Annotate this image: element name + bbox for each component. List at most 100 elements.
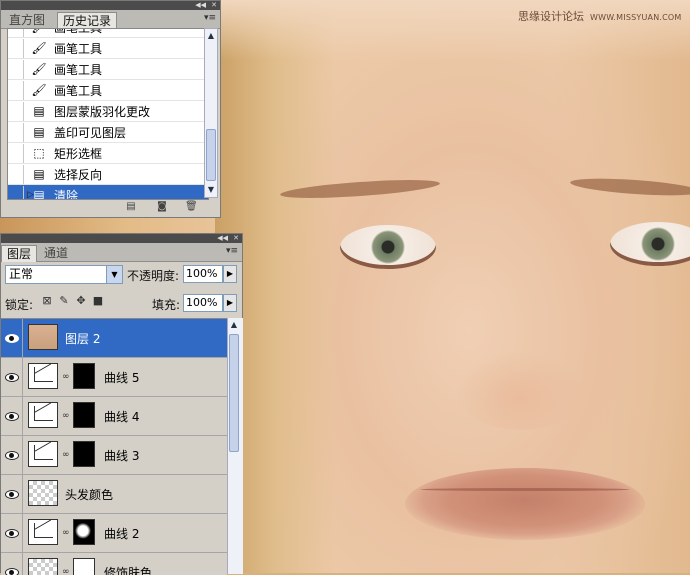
opacity-slider-button[interactable]: ▶ bbox=[223, 265, 237, 283]
eye-icon bbox=[5, 412, 19, 421]
new-document-icon[interactable]: ▤ bbox=[125, 202, 137, 212]
blend-mode-select[interactable]: 正常 ▼ bbox=[5, 265, 123, 284]
tab-layers[interactable]: 图层 bbox=[1, 245, 37, 262]
scroll-thumb[interactable] bbox=[206, 129, 216, 181]
layers-titlebar[interactable]: ◀◀ ✕ bbox=[1, 234, 242, 243]
brush-icon: 🖌 bbox=[30, 40, 48, 56]
brush-icon: 🖌 bbox=[30, 28, 48, 35]
camera-icon[interactable]: ◙ bbox=[156, 202, 168, 212]
layer-mask-thumbnail[interactable] bbox=[73, 519, 95, 545]
history-item-label: 盖印可见图层 bbox=[54, 124, 126, 141]
layer-mask-thumbnail[interactable] bbox=[73, 363, 95, 389]
layer-name[interactable]: 曲线 2 bbox=[104, 525, 139, 542]
layer-row[interactable]: 图层 2 bbox=[1, 319, 227, 358]
fill-slider-button[interactable]: ▶ bbox=[223, 294, 237, 312]
tab-channels[interactable]: 通道 bbox=[39, 245, 73, 261]
history-snapshot-checkbox[interactable] bbox=[8, 165, 24, 184]
collapse-icon[interactable]: ◀◀ bbox=[195, 1, 206, 10]
panel-menu-icon[interactable]: ▾≡ bbox=[204, 13, 216, 23]
layer-row[interactable]: ∞ 曲线 5 bbox=[1, 358, 227, 397]
curves-adjustment-icon[interactable] bbox=[28, 363, 58, 389]
history-item-label: 清除 bbox=[54, 187, 78, 201]
scroll-up-icon[interactable]: ▲ bbox=[228, 318, 240, 332]
visibility-toggle[interactable] bbox=[1, 358, 23, 396]
history-snapshot-checkbox[interactable] bbox=[8, 81, 24, 100]
layer-name[interactable]: 图层 2 bbox=[65, 330, 100, 347]
layer-name[interactable]: 修饰肤色 bbox=[104, 564, 152, 575]
layer-row[interactable]: 头发颜色 bbox=[1, 475, 227, 514]
history-snapshot-checkbox[interactable] bbox=[8, 144, 24, 163]
mask-link-icon[interactable]: ∞ bbox=[62, 567, 70, 575]
tab-history[interactable]: 历史记录 bbox=[57, 12, 117, 29]
history-snapshot-checkbox[interactable] bbox=[8, 123, 24, 142]
layers-tabbar: 图层 通道 ▾≡ bbox=[1, 243, 242, 262]
layer-mask-thumbnail[interactable] bbox=[73, 402, 95, 428]
layer-thumbnail[interactable] bbox=[28, 480, 58, 506]
eye-icon bbox=[5, 334, 19, 343]
history-item[interactable]: 🖌画笔工具 bbox=[8, 80, 208, 101]
visibility-toggle[interactable] bbox=[1, 514, 23, 552]
scroll-thumb[interactable] bbox=[229, 334, 239, 452]
fill-input[interactable]: 100% bbox=[183, 294, 223, 312]
history-item[interactable]: 🖌画笔工具 bbox=[8, 38, 208, 59]
layer-row[interactable]: ∞ 曲线 2 bbox=[1, 514, 227, 553]
history-snapshot-checkbox[interactable] bbox=[8, 186, 24, 201]
curves-adjustment-icon[interactable] bbox=[28, 519, 58, 545]
layer-mask-thumbnail[interactable] bbox=[73, 558, 95, 575]
layer-row[interactable]: ∞ 修饰肤色 bbox=[1, 553, 227, 575]
mask-link-icon[interactable]: ∞ bbox=[62, 528, 70, 538]
eye-icon bbox=[5, 490, 19, 499]
layer-name[interactable]: 曲线 4 bbox=[104, 408, 139, 425]
history-item[interactable]: ▤选择反向 bbox=[8, 164, 208, 185]
history-item[interactable]: ▷▤清除 bbox=[8, 185, 208, 200]
layer-name[interactable]: 头发颜色 bbox=[65, 486, 113, 503]
lock-pixels-icon[interactable]: ✎ bbox=[58, 295, 70, 307]
panel-menu-icon[interactable]: ▾≡ bbox=[226, 246, 238, 256]
history-item[interactable]: 🖌画笔工具 bbox=[8, 59, 208, 80]
scroll-up-icon[interactable]: ▲ bbox=[205, 29, 217, 43]
history-snapshot-checkbox[interactable] bbox=[8, 28, 24, 37]
history-snapshot-checkbox[interactable] bbox=[8, 102, 24, 121]
lips bbox=[405, 468, 645, 540]
scroll-down-icon[interactable]: ▼ bbox=[205, 183, 217, 197]
layer-name[interactable]: 曲线 3 bbox=[104, 447, 139, 464]
layer-mask-thumbnail[interactable] bbox=[73, 441, 95, 467]
tab-histogram[interactable]: 直方图 bbox=[4, 12, 50, 28]
layer-row[interactable]: ∞ 曲线 3 bbox=[1, 436, 227, 475]
watermark: 思缘设计论坛WWW.MISSYUAN.COM bbox=[518, 8, 682, 24]
close-icon[interactable]: ✕ bbox=[211, 1, 217, 10]
collapse-icon[interactable]: ◀◀ bbox=[217, 234, 228, 243]
layer-name[interactable]: 曲线 5 bbox=[104, 369, 139, 386]
visibility-toggle[interactable] bbox=[1, 319, 23, 357]
history-snapshot-checkbox[interactable] bbox=[8, 39, 24, 58]
layers-scrollbar[interactable]: ▲ bbox=[227, 318, 243, 574]
lock-position-icon[interactable]: ✥ bbox=[75, 295, 87, 307]
mask-link-icon[interactable]: ∞ bbox=[62, 450, 70, 460]
history-item[interactable]: ▤图层蒙版羽化更改 bbox=[8, 101, 208, 122]
close-icon[interactable]: ✕ bbox=[233, 234, 239, 243]
visibility-toggle[interactable] bbox=[1, 397, 23, 435]
curves-adjustment-icon[interactable] bbox=[28, 441, 58, 467]
layer-row[interactable]: ∞ 曲线 4 bbox=[1, 397, 227, 436]
mask-link-icon[interactable]: ∞ bbox=[62, 411, 70, 421]
lock-all-icon[interactable]: ■ bbox=[92, 295, 104, 307]
layer-thumbnail[interactable] bbox=[28, 324, 58, 350]
history-item[interactable]: ⬚矩形选框 bbox=[8, 143, 208, 164]
lock-transparency-icon[interactable]: ⊠ bbox=[41, 295, 53, 307]
trash-icon[interactable]: 🗑 bbox=[185, 202, 197, 212]
layers-panel: ◀◀ ✕ 图层 通道 ▾≡ 正常 ▼ 不透明度: 100% ▶ 锁定: 填充: … bbox=[0, 233, 243, 573]
chevron-down-icon[interactable]: ▼ bbox=[106, 266, 122, 283]
history-scrollbar[interactable]: ▲ ▼ bbox=[204, 28, 218, 198]
history-item[interactable]: 🖌 画笔工具 bbox=[8, 28, 208, 38]
history-titlebar[interactable]: ◀◀ ✕ bbox=[1, 1, 220, 10]
visibility-toggle[interactable] bbox=[1, 553, 23, 575]
visibility-toggle[interactable] bbox=[1, 436, 23, 474]
curves-adjustment-icon[interactable] bbox=[28, 402, 58, 428]
history-item-label: 画笔工具 bbox=[54, 28, 102, 36]
history-item[interactable]: ▤盖印可见图层 bbox=[8, 122, 208, 143]
history-snapshot-checkbox[interactable] bbox=[8, 60, 24, 79]
opacity-input[interactable]: 100% bbox=[183, 265, 223, 283]
layer-thumbnail[interactable] bbox=[28, 558, 58, 575]
visibility-toggle[interactable] bbox=[1, 475, 23, 513]
mask-link-icon[interactable]: ∞ bbox=[62, 372, 70, 382]
